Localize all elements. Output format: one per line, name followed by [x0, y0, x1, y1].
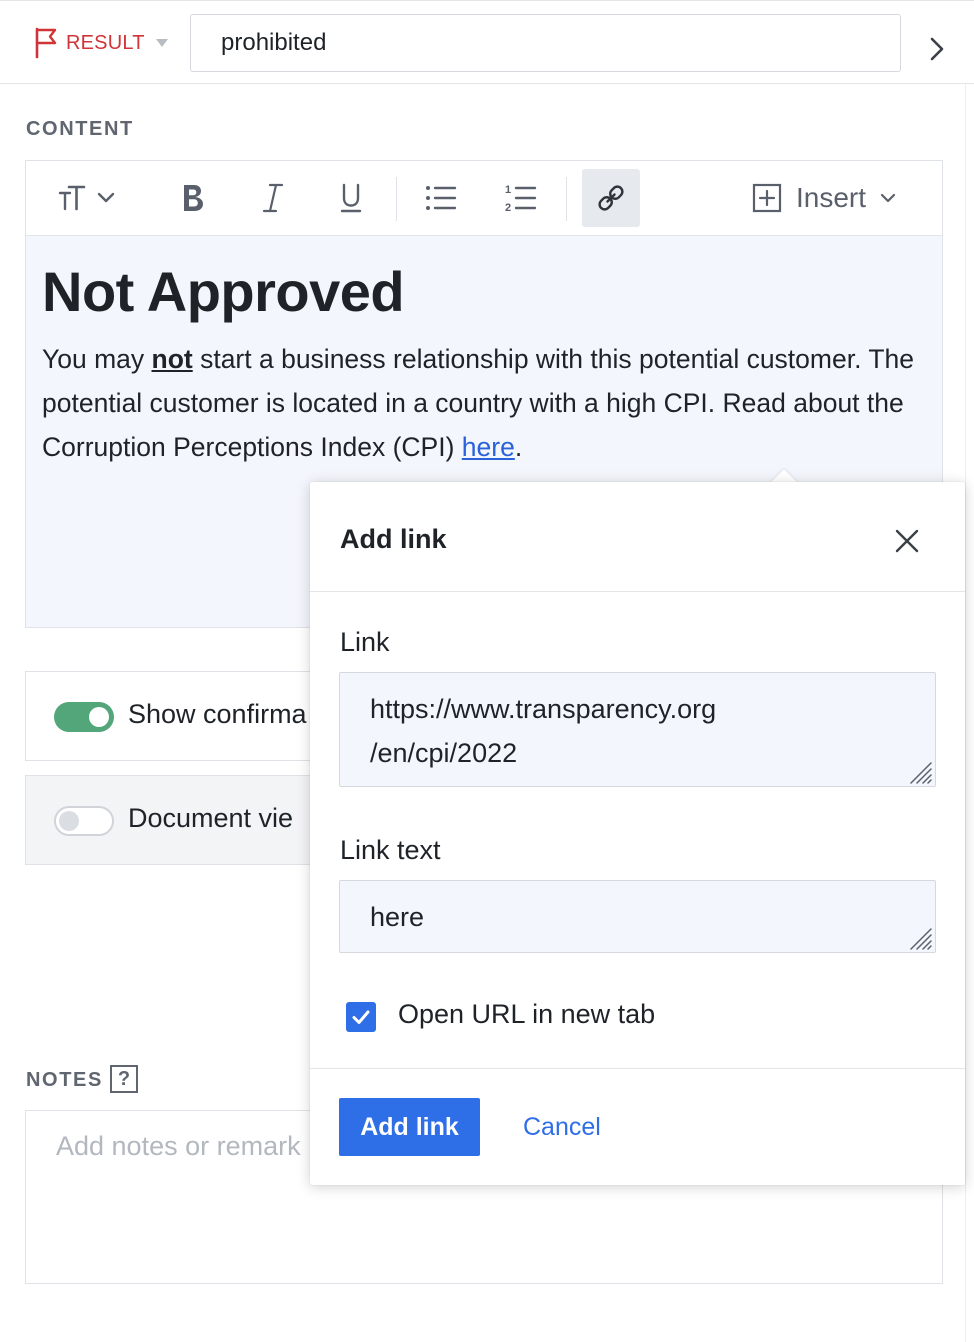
- add-link-button[interactable]: Add link: [339, 1098, 480, 1156]
- notes-section-label: NOTES: [26, 1069, 103, 1091]
- toolbar-separator: [396, 177, 397, 221]
- link-button[interactable]: [582, 169, 640, 227]
- chevron-down-icon: [880, 193, 896, 203]
- bold-icon: [184, 185, 203, 211]
- link-field-label: Link: [340, 627, 390, 657]
- document-paragraph: You may not start a business relationshi…: [42, 337, 932, 469]
- bullet-list-button[interactable]: [414, 169, 468, 227]
- result-bar: RESULT: [0, 0, 974, 84]
- italic-icon: [262, 183, 284, 213]
- italic-button[interactable]: [246, 169, 300, 227]
- paragraph-text: You may: [42, 344, 152, 374]
- resize-handle-icon[interactable]: [907, 925, 933, 951]
- content-section-label: CONTENT: [26, 118, 134, 140]
- result-dropdown[interactable]: RESULT: [34, 27, 169, 59]
- close-icon[interactable]: [892, 526, 922, 556]
- toggle-knob: [89, 707, 109, 727]
- toggle-knob: [59, 811, 79, 831]
- dialog-pointer: [770, 469, 798, 483]
- text-size-button[interactable]: [44, 169, 128, 227]
- dialog-divider: [310, 1068, 965, 1069]
- editor-toolbar: 1 2 Insert: [26, 161, 942, 236]
- caret-down-icon: [155, 39, 168, 47]
- show-confirmation-label: Show confirma: [128, 699, 307, 729]
- paragraph-text: .: [514, 432, 523, 462]
- new-tab-checkbox[interactable]: [346, 1002, 376, 1032]
- paragraph-bold-text: not: [151, 344, 193, 374]
- help-icon[interactable]: ?: [110, 1065, 138, 1093]
- show-confirmation-toggle[interactable]: [54, 702, 114, 732]
- notes-placeholder: Add notes or remark: [56, 1131, 301, 1161]
- bullet-list-icon: [426, 186, 457, 210]
- dialog-title: Add link: [340, 524, 447, 554]
- result-value-input[interactable]: [190, 14, 901, 72]
- add-link-dialog: Add link Link https://www.transparency.o…: [310, 482, 965, 1185]
- insert-button[interactable]: Insert: [744, 169, 904, 227]
- chevron-right-icon[interactable]: [926, 34, 948, 64]
- link-url-input[interactable]: https://www.transparency.org /en/cpi/202…: [339, 672, 936, 787]
- numbered-list-button[interactable]: 1 2: [494, 169, 548, 227]
- flag-icon: [35, 27, 57, 59]
- document-view-toggle[interactable]: [54, 806, 114, 836]
- text-size-icon: [58, 185, 86, 211]
- link-icon: [598, 185, 624, 211]
- plus-square-icon: [752, 183, 782, 213]
- paragraph-link[interactable]: here: [462, 432, 515, 462]
- resize-handle-icon[interactable]: [907, 759, 933, 785]
- checkmark-icon: [352, 1010, 370, 1024]
- underline-button[interactable]: [324, 169, 378, 227]
- dialog-header: Add link: [310, 482, 965, 592]
- svg-text:1: 1: [505, 184, 511, 196]
- document-view-label: Document vie: [128, 803, 294, 833]
- cancel-button[interactable]: Cancel: [509, 1098, 615, 1156]
- document-title: Not Approved: [42, 260, 405, 323]
- numbered-list-icon: 1 2: [505, 184, 537, 213]
- panel-edge: [965, 84, 974, 1342]
- chevron-down-icon: [97, 192, 115, 203]
- link-text-field-label: Link text: [340, 835, 441, 865]
- toolbar-separator: [566, 177, 567, 221]
- insert-label: Insert: [795, 182, 867, 213]
- new-tab-label: Open URL in new tab: [398, 999, 656, 1029]
- underline-icon: [340, 183, 362, 213]
- result-label: RESULT: [66, 31, 145, 54]
- link-text-input[interactable]: here: [339, 880, 936, 953]
- bold-button[interactable]: [166, 169, 220, 227]
- svg-text:2: 2: [505, 202, 511, 213]
